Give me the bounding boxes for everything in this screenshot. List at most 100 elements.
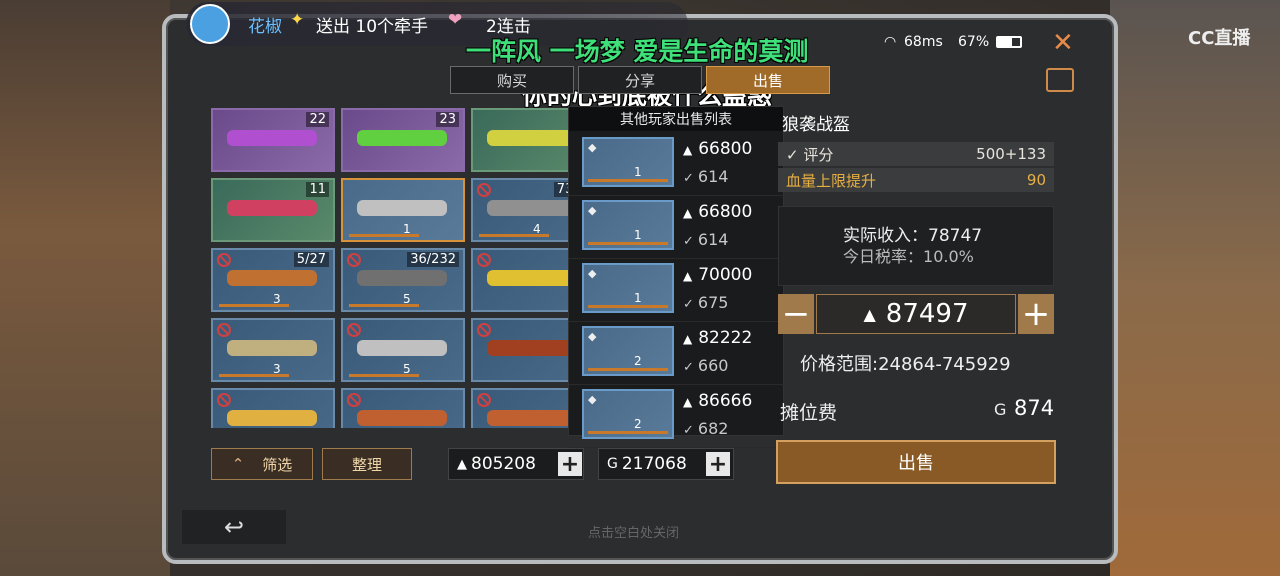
clipboard-icon[interactable] xyxy=(1046,68,1074,92)
tab-sell[interactable]: 出售 xyxy=(706,66,830,94)
listing-row[interactable]: ◆ 1 ▲ 66800 ✓ 614 xyxy=(569,196,785,259)
durability-bar xyxy=(479,234,549,237)
inventory-item[interactable] xyxy=(471,108,571,172)
durability-bar xyxy=(588,368,668,371)
listing-level: 1 xyxy=(634,228,642,242)
stat-value: 90 xyxy=(1026,171,1046,189)
add-credits-button[interactable]: + xyxy=(706,452,730,477)
listing-row[interactable]: ◆ 2 ▲ 82222 ✓ 660 xyxy=(569,322,785,385)
listing-score-value: 614 xyxy=(697,167,729,186)
tab-share[interactable]: 分享 xyxy=(578,66,702,94)
close-icon[interactable]: ✕ xyxy=(1052,28,1074,58)
add-coins-button[interactable]: + xyxy=(558,452,582,477)
listing-row[interactable]: ◆ 1 ▲ 70000 ✓ 675 xyxy=(569,259,785,322)
back-button[interactable]: ↩ xyxy=(182,510,286,544)
tax-rate-label: 今日税率： xyxy=(843,247,924,266)
rating-icon: ✓ xyxy=(683,360,694,375)
inventory-item[interactable]: 22 xyxy=(211,108,335,172)
item-count: 23 xyxy=(436,112,459,127)
listing-price: ▲ 66800 xyxy=(683,139,752,159)
listing-score-value: 675 xyxy=(697,293,729,312)
price-range-value: 24864-745929 xyxy=(878,354,1011,375)
inventory-item[interactable]: 36/232 5 xyxy=(341,248,465,312)
listing-price: ▲ 70000 xyxy=(683,265,752,285)
inventory-item[interactable]: 5 xyxy=(341,318,465,382)
inventory-item[interactable] xyxy=(341,388,465,428)
durability-bar xyxy=(219,374,289,377)
listing-thumbnail: ◆ 1 xyxy=(582,137,674,187)
coin-icon: ▲ xyxy=(683,269,693,283)
battery-icon xyxy=(996,36,1022,48)
decrease-price-button[interactable]: − xyxy=(778,294,814,334)
listing-thumbnail: ◆ 2 xyxy=(582,389,674,439)
listing-score-value: 660 xyxy=(697,356,729,375)
rating-value: 500+133 xyxy=(976,145,1046,163)
durability-bar xyxy=(219,304,289,307)
inventory-grid: 222311173/545/27336/232535 xyxy=(211,108,571,428)
credit-icon: G xyxy=(607,456,618,472)
coin-icon: ▲ xyxy=(683,206,693,220)
other-players-listing: 其他玩家出售列表 ◆ 1 ▲ 66800 ✓ 614 ◆ 1 ▲ 66800 ✓ 614 ◆ 1 ▲ 7000… xyxy=(568,106,785,448)
diamond-icon: ◆ xyxy=(588,141,597,154)
rating-icon: ✓ xyxy=(683,423,694,438)
item-count: 36/232 xyxy=(407,252,459,267)
item-image xyxy=(487,130,571,146)
no-trade-icon xyxy=(477,253,491,267)
tab-buy[interactable]: 购买 xyxy=(450,66,574,94)
no-trade-icon xyxy=(217,393,231,407)
tax-rate-value: 10.0% xyxy=(923,247,974,266)
inventory-item[interactable]: 73/54 xyxy=(471,178,571,242)
filter-button[interactable]: ⌃ 筛选 xyxy=(211,448,313,480)
inventory-item[interactable] xyxy=(471,388,571,428)
price-input[interactable]: ▲ 87497 xyxy=(816,294,1016,334)
durability-bar xyxy=(349,374,419,377)
listing-price-value: 66800 xyxy=(698,202,753,222)
price-range: 价格范围:24864-745929 xyxy=(800,350,1011,376)
diamond-icon: ◆ xyxy=(588,393,597,406)
listing-thumbnail: ◆ 1 xyxy=(582,263,674,313)
no-trade-icon xyxy=(347,323,361,337)
filter-icon: ⌃ xyxy=(231,455,245,473)
durability-bar xyxy=(588,305,668,308)
item-image xyxy=(227,270,317,286)
booth-fee-value: 874 xyxy=(1014,396,1055,420)
item-image xyxy=(357,200,447,216)
organize-button[interactable]: 整理 xyxy=(322,448,412,480)
no-trade-icon xyxy=(347,253,361,267)
item-count: 22 xyxy=(306,112,329,127)
listing-row[interactable]: ◆ 2 ▲ 86666 ✓ 682 xyxy=(569,385,785,448)
background-left xyxy=(0,0,170,576)
listing-price-value: 82222 xyxy=(698,328,753,348)
durability-bar xyxy=(588,431,668,434)
inventory-item[interactable] xyxy=(471,318,571,382)
booth-fee-label: 摊位费 xyxy=(780,402,838,424)
inventory-item[interactable]: 23 xyxy=(341,108,465,172)
rating-row: ✓ 评分 500+133 xyxy=(778,142,1054,166)
listing-price: ▲ 66800 xyxy=(683,202,752,222)
rating-icon: ✓ xyxy=(683,297,694,312)
inventory-item[interactable] xyxy=(471,248,571,312)
gift-icon: ❤ xyxy=(448,10,463,30)
wifi-icon: ◠ xyxy=(884,34,897,50)
no-trade-icon xyxy=(477,323,491,337)
listing-score: ✓ 682 xyxy=(683,419,728,438)
listing-price-value: 86666 xyxy=(698,391,753,411)
inventory-item[interactable]: 3 xyxy=(211,318,335,382)
inventory-item[interactable]: 1 xyxy=(341,178,465,242)
wifi-latency: 68ms xyxy=(904,34,943,50)
rating-icon: ✓ xyxy=(683,171,694,186)
item-count: 11 xyxy=(306,182,329,197)
listing-row[interactable]: ◆ 1 ▲ 66800 ✓ 614 xyxy=(569,133,785,196)
coin-icon: ▲ xyxy=(863,304,876,324)
item-image xyxy=(487,270,571,286)
income-box: 实际收入：78747 今日税率：10.0% xyxy=(778,206,1054,286)
item-image xyxy=(227,340,317,356)
sell-button[interactable]: 出售 xyxy=(776,440,1056,484)
inventory-item[interactable]: 5/27 3 xyxy=(211,248,335,312)
inventory-item[interactable]: 11 xyxy=(211,178,335,242)
listing-thumbnail: ◆ 2 xyxy=(582,326,674,376)
durability-bar xyxy=(349,234,419,237)
price-range-label: 价格范围: xyxy=(800,354,879,375)
increase-price-button[interactable]: + xyxy=(1018,294,1054,334)
inventory-item[interactable] xyxy=(211,388,335,428)
